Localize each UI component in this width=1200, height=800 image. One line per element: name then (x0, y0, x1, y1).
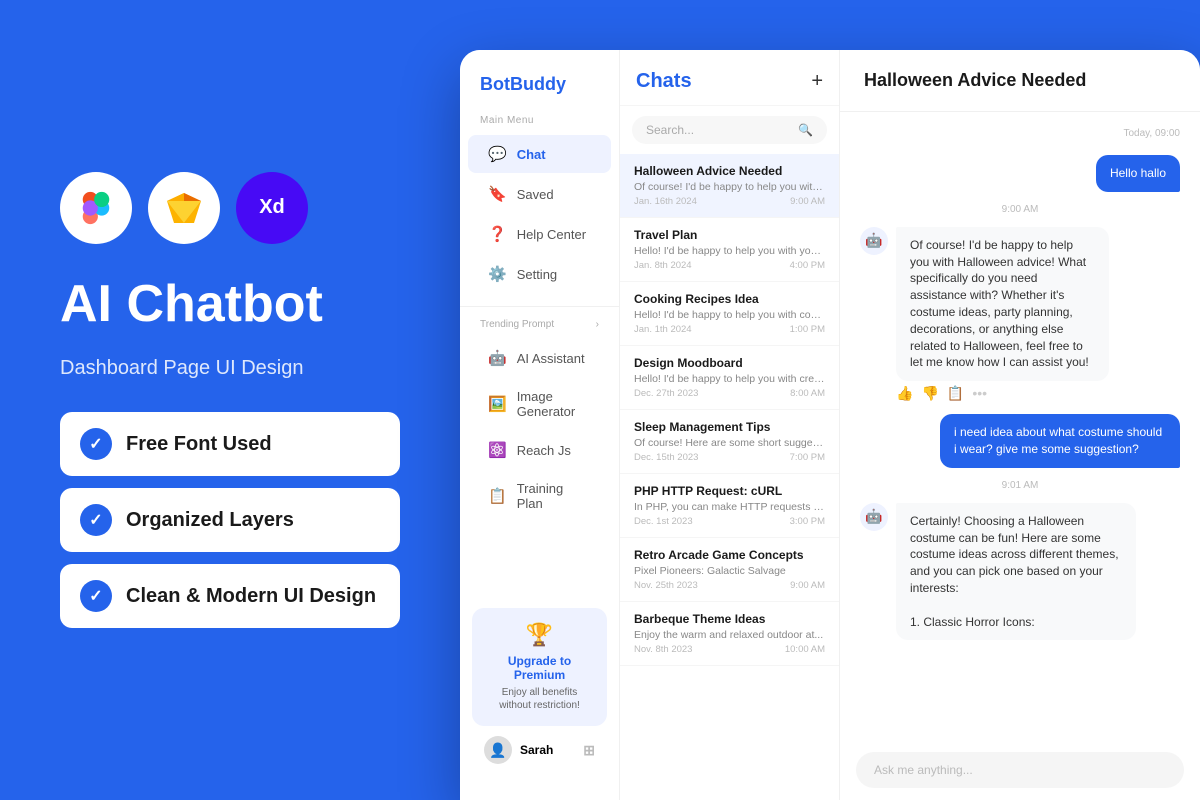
add-chat-button[interactable]: + (811, 70, 823, 93)
bot-message-1: 🤖 Of course! I'd be happy to help you wi… (860, 227, 1180, 402)
chat-list-header: Chats + (620, 50, 839, 106)
chat-list-item[interactable]: PHP HTTP Request: cURL In PHP, you can m… (620, 474, 839, 538)
sidebar: BotBuddy Main Menu 💬 Chat 🔖 Saved ❓ Help… (460, 50, 620, 800)
code-icon: ⚛️ (488, 441, 507, 459)
upgrade-title: Upgrade to Premium (486, 654, 593, 682)
chat-list-item[interactable]: Halloween Advice Needed Of course! I'd b… (620, 154, 839, 218)
badge-free-font: ✓ Free Font Used (60, 412, 400, 476)
sidebar-logo: BotBuddy (460, 74, 619, 115)
bot-time-1: 9:00 AM (860, 204, 1180, 215)
upgrade-desc: Enjoy all benefits without restriction! (486, 686, 593, 712)
trending-label: Trending Prompt › (460, 319, 619, 330)
bot-bubble-2: Certainly! Choosing a Halloween costume … (896, 503, 1136, 641)
chat-list: Chats + Search... 🔍 Halloween Advice Nee… (620, 50, 840, 800)
chat-search[interactable]: Search... 🔍 (632, 116, 827, 144)
sidebar-item-chat[interactable]: 💬 Chat (468, 135, 611, 173)
upgrade-icon: 🏆 (486, 622, 593, 648)
tool-icons: Xd (60, 172, 400, 244)
subtitle: Dashboard Page UI Design (60, 357, 400, 380)
badge-clean-ui: ✓ Clean & Modern UI Design (60, 564, 400, 628)
chats-title: Chats (636, 70, 692, 93)
user-message-2: i need idea about what costume should i … (860, 414, 1180, 468)
left-panel: Xd AI Chatbot Dashboard Page UI Design ✓… (0, 132, 460, 668)
username: Sarah (520, 743, 553, 757)
sidebar-item-reach-js[interactable]: ⚛️ Reach Js (468, 431, 611, 469)
chat-items: Halloween Advice Needed Of course! I'd b… (620, 154, 839, 800)
copy-icon[interactable]: 📋 (947, 385, 964, 402)
gear-icon: ⚙️ (488, 265, 507, 283)
date-divider: Today, 09:00 (860, 128, 1180, 139)
main-menu-label: Main Menu (460, 115, 619, 126)
user-bubble-1: Hello hallo (1096, 155, 1180, 192)
user-row: 👤 Sarah ⊞ (472, 726, 607, 764)
check-icon-3: ✓ (80, 580, 112, 612)
ai-icon: 🤖 (488, 349, 507, 367)
bookmark-icon: 🔖 (488, 185, 507, 203)
chat-list-item[interactable]: Sleep Management Tips Of course! Here ar… (620, 410, 839, 474)
chat-list-item[interactable]: Design Moodboard Hello! I'd be happy to … (620, 346, 839, 410)
image-icon: 🖼️ (488, 395, 507, 413)
bot-message-2: 🤖 Certainly! Choosing a Halloween costum… (860, 503, 1180, 641)
check-icon-2: ✓ (80, 504, 112, 536)
chat-list-item[interactable]: Travel Plan Hello! I'd be happy to help … (620, 218, 839, 282)
thumbs-down-icon[interactable]: 👎 (921, 385, 938, 402)
bot-bubble-1: Of course! I'd be happy to help you with… (896, 227, 1109, 381)
help-icon: ❓ (488, 225, 507, 243)
main-title: AI Chatbot (60, 276, 400, 333)
chat-list-item[interactable]: Cooking Recipes Idea Hello! I'd be happy… (620, 282, 839, 346)
sketch-icon (148, 172, 220, 244)
bot-avatar-1: 🤖 (860, 227, 888, 255)
chevron-right-icon: › (596, 319, 599, 330)
thumbs-up-icon[interactable]: 👍 (896, 385, 913, 402)
bot-avatar-2: 🤖 (860, 503, 888, 531)
feature-badges: ✓ Free Font Used ✓ Organized Layers ✓ Cl… (60, 412, 400, 628)
upgrade-card[interactable]: 🏆 Upgrade to Premium Enjoy all benefits … (472, 608, 607, 726)
search-placeholder: Search... (646, 123, 694, 137)
figma-icon (60, 172, 132, 244)
avatar: 👤 (484, 736, 512, 764)
sidebar-item-saved[interactable]: 🔖 Saved (468, 175, 611, 213)
sidebar-item-image-gen[interactable]: 🖼️ Image Generator (468, 379, 611, 429)
app-mockup: BotBuddy Main Menu 💬 Chat 🔖 Saved ❓ Help… (460, 50, 1200, 800)
chat-list-item[interactable]: Retro Arcade Game Concepts Pixel Pioneer… (620, 538, 839, 602)
message-actions: 👍 👎 📋 ••• (896, 385, 1180, 402)
sidebar-item-ai-assistant[interactable]: 🤖 AI Assistant (468, 339, 611, 377)
check-icon: ✓ (80, 428, 112, 460)
chat-input[interactable]: Ask me anything... (856, 752, 1184, 788)
training-icon: 📋 (488, 487, 507, 505)
xd-icon: Xd (236, 172, 308, 244)
layout-icon: ⊞ (583, 742, 595, 759)
sidebar-item-setting[interactable]: ⚙️ Setting (468, 255, 611, 293)
chat-header: Halloween Advice Needed (840, 50, 1200, 112)
sidebar-item-help[interactable]: ❓ Help Center (468, 215, 611, 253)
bot-time-2: 9:01 AM (860, 480, 1180, 491)
sidebar-item-training[interactable]: 📋 Training Plan (468, 471, 611, 521)
chat-messages: Today, 09:00 Hello hallo 9:00 AM 🤖 Of co… (840, 112, 1200, 740)
search-icon: 🔍 (798, 123, 813, 137)
chat-icon: 💬 (488, 145, 507, 163)
user-bubble-2: i need idea about what costume should i … (940, 414, 1180, 468)
more-icon[interactable]: ••• (972, 385, 987, 402)
chat-list-item[interactable]: Barbeque Theme Ideas Enjoy the warm and … (620, 602, 839, 666)
chat-area: Halloween Advice Needed Today, 09:00 Hel… (840, 50, 1200, 800)
sidebar-bottom: 🏆 Upgrade to Premium Enjoy all benefits … (460, 596, 619, 776)
user-message-1: Hello hallo (860, 155, 1180, 192)
badge-organized-layers: ✓ Organized Layers (60, 488, 400, 552)
